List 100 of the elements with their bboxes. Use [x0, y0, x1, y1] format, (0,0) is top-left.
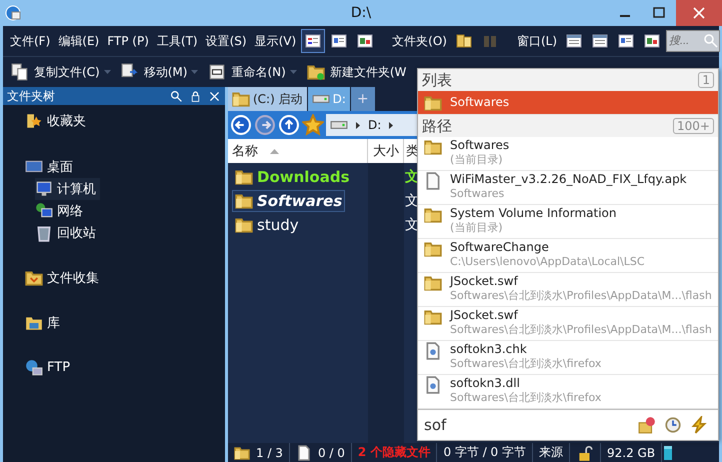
- toolbar-button[interactable]: 新建文件夹(W: [302, 61, 410, 83]
- tree-item[interactable]: 回收站: [35, 222, 100, 244]
- folder-icon: [424, 308, 442, 326]
- close-button[interactable]: [676, 0, 722, 26]
- source-label[interactable]: 来源: [533, 443, 570, 462]
- back-button[interactable]: [230, 114, 252, 136]
- menu-item[interactable]: FTP (P): [104, 34, 152, 48]
- column-header[interactable]: 名称: [228, 139, 368, 163]
- count-badge: 100+: [673, 118, 714, 134]
- table-cell: 文: [405, 217, 419, 233]
- layout-icon: [644, 33, 660, 49]
- menu-item[interactable]: 窗口(L): [514, 32, 560, 50]
- tree-item[interactable]: 桌面: [25, 155, 77, 178]
- settings-file-icon: [424, 342, 442, 360]
- result-item[interactable]: WiFiMaster_v3.2.26_NoAD_FIX_Lfqy.apk Softwares: [418, 171, 718, 205]
- result-name: System Volume Information: [450, 206, 616, 221]
- result-path: Softwares\台北到淡水\Profiles\AppData\M...\flash: [450, 289, 712, 303]
- file-row[interactable]: Downloads: [232, 166, 353, 188]
- close-icon[interactable]: [208, 90, 221, 102]
- window-title: D:\: [350, 5, 372, 21]
- up-button[interactable]: [278, 114, 300, 136]
- sort-icon: [270, 148, 279, 154]
- view-icon: [305, 33, 322, 49]
- folder-icon: [235, 192, 253, 210]
- search-input[interactable]: 搜...: [667, 35, 704, 47]
- result-path: (当前目录): [450, 221, 504, 235]
- tree-item[interactable]: 库: [25, 311, 64, 334]
- computer-icon: [35, 180, 53, 198]
- star-icon[interactable]: [302, 114, 324, 136]
- layout-icon: [566, 33, 582, 49]
- settings-file-icon: [424, 376, 442, 394]
- toolbar-button[interactable]: 移动(M): [116, 61, 192, 83]
- result-item[interactable]: JSocket.swf Softwares\台北到淡水\Profiles\AppData\M...\flash: [418, 307, 718, 341]
- folder-icon: [424, 138, 442, 156]
- lock-icon[interactable]: [189, 90, 202, 102]
- menu-item[interactable]: 工具(T): [154, 32, 201, 50]
- folder-icon: [424, 274, 442, 292]
- search-icon[interactable]: [170, 90, 183, 102]
- menu-item[interactable]: 显示(V): [252, 32, 300, 50]
- result-item[interactable]: Softwares: [418, 91, 718, 115]
- layout-icon: [592, 33, 608, 49]
- search-field[interactable]: 搜...: [666, 30, 720, 52]
- result-item[interactable]: SoftwareChange C:\Users\lenovo\AppData\Local\LSC: [418, 239, 718, 273]
- tree-item[interactable]: 网络: [35, 200, 87, 222]
- result-path: Softwares: [450, 187, 506, 201]
- table-cell: 文: [405, 193, 419, 209]
- file-icon: [296, 444, 312, 460]
- view-icon: [331, 33, 348, 49]
- menu-item[interactable]: 编辑(E): [55, 32, 102, 50]
- chevron-icon: [389, 122, 394, 128]
- toolbar-button[interactable]: 重命名(N): [204, 61, 290, 83]
- file-icon: [424, 172, 442, 190]
- folder-icon: [424, 94, 442, 112]
- tree-item[interactable]: FTP: [25, 356, 74, 379]
- section-title: 列表: [422, 70, 452, 90]
- result-name: JSocket.swf: [450, 274, 520, 289]
- document-icon: [208, 63, 226, 81]
- folder-count: 1 / 3: [228, 443, 290, 462]
- folders-icon: [456, 33, 472, 49]
- result-item[interactable]: softokn3.dll Softwares\台北到淡水\firefox: [418, 375, 718, 409]
- view-mode-button[interactable]: [301, 29, 326, 53]
- folder-icon: [306, 63, 325, 81]
- result-path: Softwares\台北到淡水\firefox: [450, 391, 602, 405]
- breadcrumb[interactable]: D:: [368, 118, 382, 132]
- menu-item[interactable]: 文件(F): [7, 32, 54, 50]
- view-icon: [357, 33, 374, 49]
- result-item[interactable]: Softwares (当前目录): [418, 137, 718, 171]
- result-path: (当前目录): [450, 153, 504, 167]
- folder-icon: [235, 216, 253, 234]
- result-path: Softwares\台北到淡水\Profiles\AppData\M...\flash: [450, 323, 712, 337]
- file-count: 0 / 0: [290, 443, 352, 462]
- result-name: WiFiMaster_v3.2.26_NoAD_FIX_Lfqy.apk: [450, 172, 687, 187]
- clock-icon[interactable]: [664, 416, 682, 434]
- file-row[interactable]: Softwares: [232, 190, 346, 212]
- result-item[interactable]: System Volume Information (当前目录): [418, 205, 718, 239]
- result-name: softokn3.dll: [450, 376, 521, 391]
- collect-icon: [25, 268, 43, 286]
- section-title: 路径: [422, 116, 452, 136]
- tab[interactable]: (C:) 启动: [228, 87, 307, 111]
- menu-item[interactable]: 设置(S): [202, 32, 250, 50]
- folder-heart-icon[interactable]: [638, 416, 656, 434]
- menu-item[interactable]: 文件夹(O): [389, 32, 450, 50]
- tree-item[interactable]: 收藏夹: [25, 109, 90, 132]
- forward-button[interactable]: [254, 114, 276, 136]
- result-item[interactable]: JSocket.swf Softwares\台北到淡水\Profiles\AppData\M...\flash: [418, 273, 718, 307]
- result-name: softokn3.chk: [450, 342, 528, 357]
- folder-icon: [424, 240, 442, 258]
- result-name: JSocket.swf: [450, 308, 520, 323]
- tree-item[interactable]: 计算机: [35, 178, 100, 200]
- ftp-icon: [25, 358, 43, 376]
- favorites-icon: [25, 112, 43, 130]
- disk-usage-icon: [664, 446, 672, 460]
- folder-icon: [424, 206, 442, 224]
- tree-item[interactable]: 文件收集: [25, 266, 103, 289]
- toolbar-button[interactable]: 复制文件(C): [7, 61, 104, 83]
- file-row[interactable]: study: [232, 214, 302, 236]
- lightning-icon[interactable]: [690, 416, 708, 434]
- network-icon: [35, 202, 53, 220]
- result-item[interactable]: softokn3.chk Softwares\台北到淡水\firefox: [418, 341, 718, 375]
- free-space-label: 92.2 GB: [601, 443, 662, 462]
